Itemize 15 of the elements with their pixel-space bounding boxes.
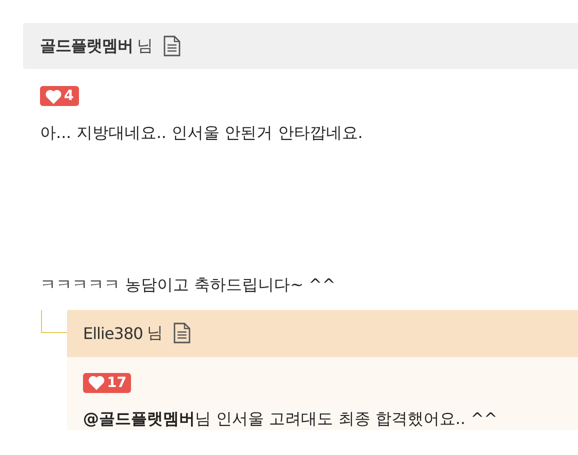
comment-text: @골드플랫멤버님 인서울 고려대도 최종 합격했어요.. ^^ — [83, 408, 498, 430]
like-count: 17 — [107, 374, 126, 390]
author-name[interactable]: 골드플랫멤버 — [40, 36, 133, 56]
heart-icon — [45, 88, 62, 104]
document-icon[interactable] — [172, 322, 191, 344]
comment-text: ㅋㅋㅋㅋㅋ 농담이고 축하드립니다~ ^^ — [40, 274, 336, 296]
document-icon[interactable] — [163, 35, 181, 57]
author-name[interactable]: Ellie380 — [83, 324, 143, 342]
like-count: 4 — [64, 88, 74, 104]
like-badge[interactable]: 17 — [83, 372, 132, 392]
heart-icon — [88, 375, 105, 390]
like-badge[interactable]: 4 — [40, 86, 79, 106]
honorific-label: 님 — [137, 36, 153, 56]
honorific-label: 님 — [146, 322, 163, 344]
comment-text: 아... 지방대네요.. 인서울 안된거 안타깝네요. — [40, 122, 364, 144]
